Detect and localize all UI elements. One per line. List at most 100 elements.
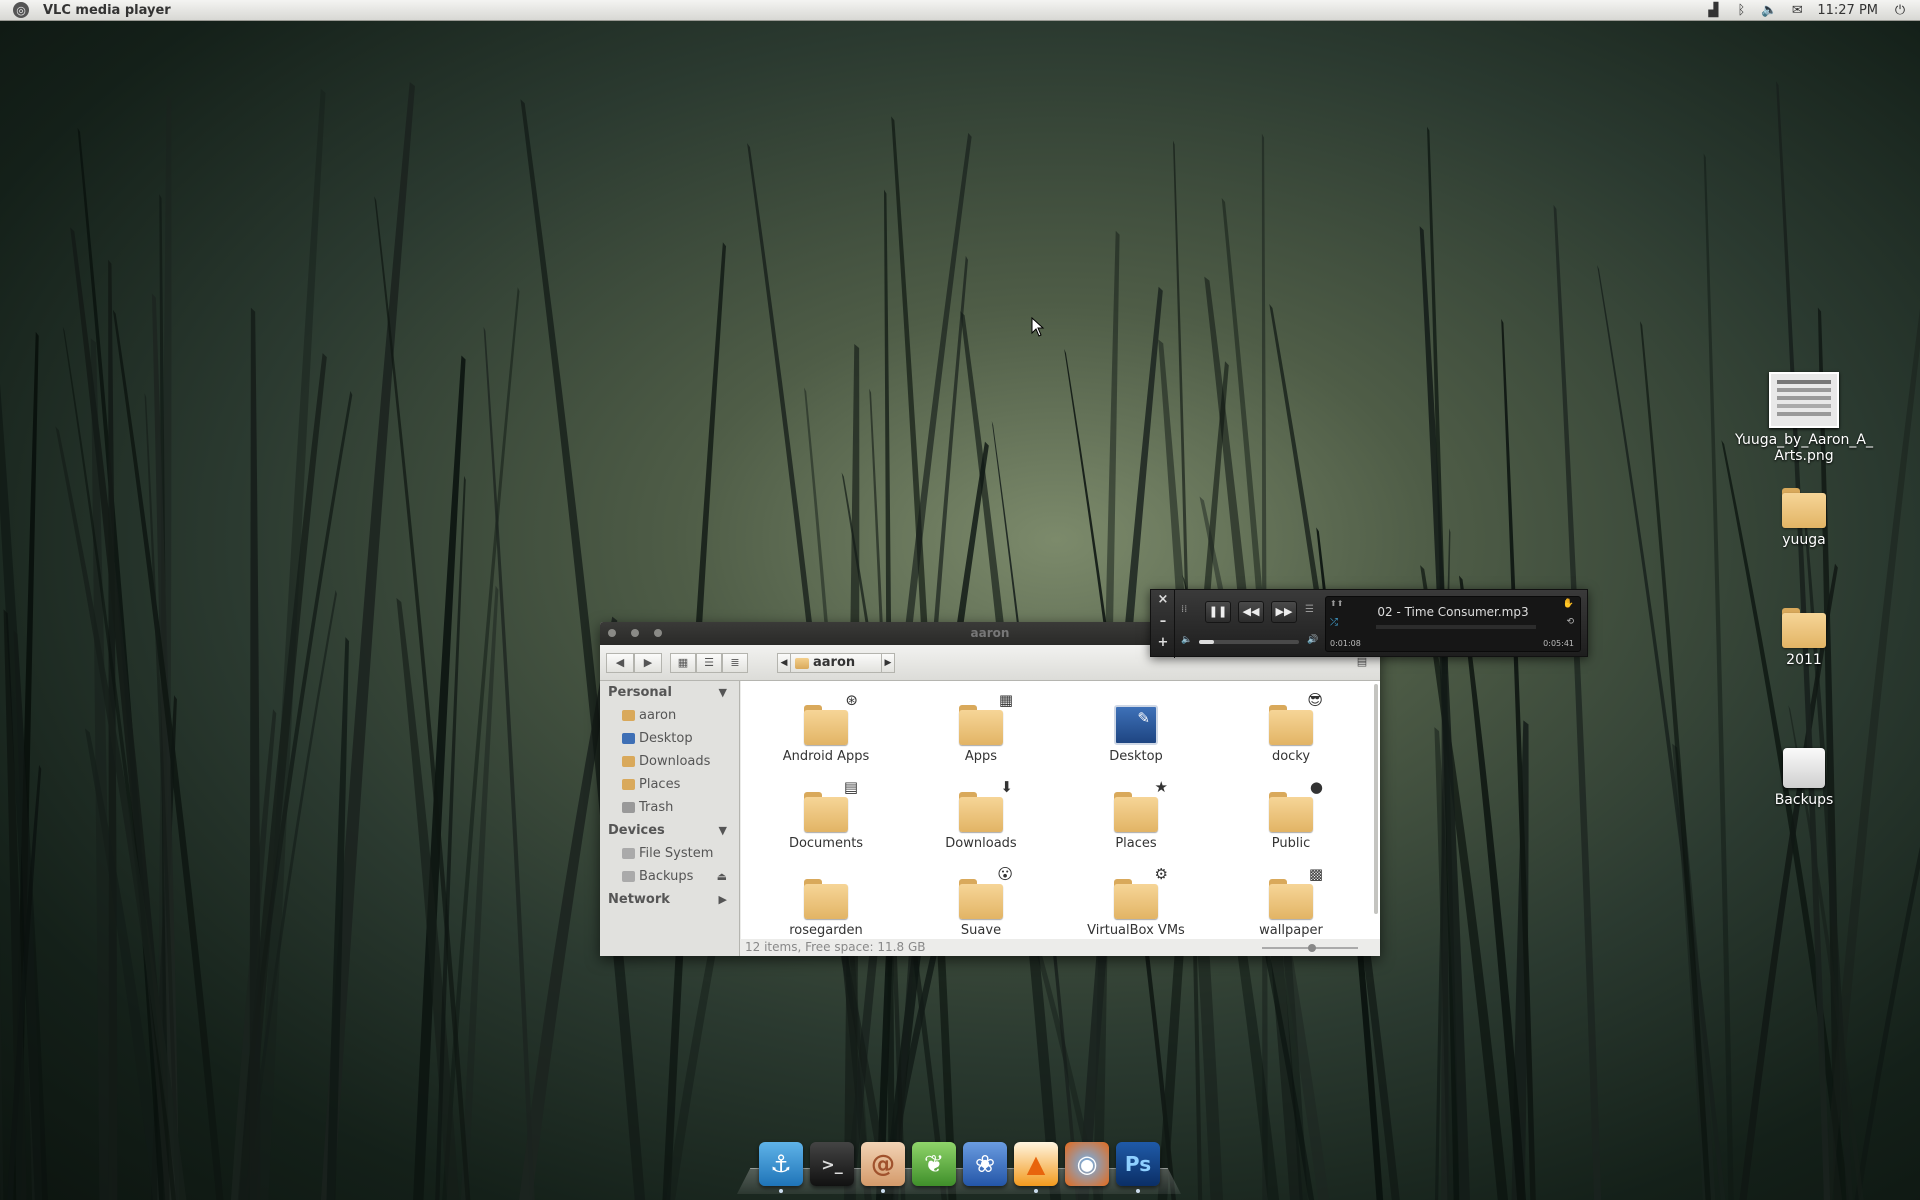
file-item-label: rosegarden	[789, 923, 863, 938]
sidebar-item-label: Places	[639, 777, 681, 792]
drive-icon	[1783, 748, 1825, 788]
shell-icon[interactable]: @	[861, 1142, 905, 1186]
breadcrumb-right-arrow[interactable]: ▶	[881, 653, 895, 673]
sidebar-item-trash[interactable]: Trash	[600, 796, 739, 819]
folder-icon: ⊛	[804, 693, 858, 745]
volume-slider[interactable]	[1199, 640, 1299, 644]
file-item[interactable]: ✎ Desktop	[1071, 705, 1201, 764]
clock[interactable]: 11:27 PM	[1817, 3, 1878, 18]
terminal-icon[interactable]: >_	[810, 1142, 854, 1186]
folder-icon: ★	[1114, 780, 1168, 832]
sidebar-item-aaron[interactable]: aaron	[600, 704, 739, 727]
music-player: × – + ⁞⁞ ❚❚ ◀◀ ▶▶ ☰ 🔈 🔊 ⬆⬆ ⤮ ✋ ⟲ 02 - Ti…	[1150, 589, 1588, 658]
desktop-icon-2011[interactable]: 2011	[1734, 608, 1874, 668]
emblem-icon: ⊛	[845, 691, 858, 709]
file-item[interactable]: ⊛ Android Apps	[761, 693, 891, 765]
sidebar-item-backups[interactable]: Backups ⏏	[600, 865, 739, 888]
file-item[interactable]: 😎 docky	[1226, 693, 1356, 764]
desktop-folder-icon: ✎	[1114, 705, 1158, 745]
volume-icon[interactable]: 🔈	[1755, 3, 1783, 18]
file-item[interactable]: ▩ wallpaper	[1226, 867, 1356, 939]
eject-icon[interactable]: ⏏	[717, 865, 727, 888]
anchor-icon[interactable]: ⚓	[759, 1142, 803, 1186]
next-button[interactable]: ▶▶	[1271, 601, 1297, 623]
sidebar-heading-personal[interactable]: Personal ▼	[600, 681, 739, 704]
breadcrumb-left-arrow[interactable]: ◀	[777, 653, 791, 673]
sidebar-heading-network[interactable]: Network ▶	[600, 888, 739, 911]
expand-arrow-icon[interactable]: ▶	[719, 888, 727, 911]
sidebar-item-places[interactable]: Places	[600, 773, 739, 796]
close-button[interactable]: ×	[1151, 592, 1175, 607]
expand-button[interactable]: +	[1151, 635, 1175, 650]
top-panel: ◎ VLC media player ▟ ᛒ 🔈 ✉ 11:27 PM ⏻	[0, 0, 1920, 21]
status-text: 12 items, Free space: 11.8 GB	[745, 940, 926, 954]
grass-blade	[1553, 204, 1602, 1200]
minimize-button[interactable]: –	[1151, 614, 1175, 629]
folder-icon: 😮	[959, 867, 1013, 919]
file-item[interactable]: ⚙ VirtualBox VMs	[1071, 867, 1201, 939]
breadcrumb-label: aaron	[813, 655, 856, 670]
folder-icon	[1782, 608, 1826, 648]
grass-blade	[249, 307, 261, 1200]
file-item[interactable]: 😮 Suave	[916, 867, 1046, 938]
photoshop-icon[interactable]: Ps	[1116, 1142, 1160, 1186]
emblem-icon: ▩	[1308, 865, 1323, 883]
leaf-icon[interactable]: ❦	[912, 1142, 956, 1186]
breadcrumb-location[interactable]: aaron	[791, 653, 881, 673]
sidebar-item-file-system[interactable]: File System	[600, 842, 739, 865]
grass-blade	[396, 597, 460, 1200]
power-icon[interactable]: ⏻	[1886, 3, 1914, 18]
running-indicator	[1034, 1189, 1038, 1193]
firefox-icon[interactable]: ◉	[1065, 1142, 1109, 1186]
sidebar-item-desktop[interactable]: Desktop	[600, 727, 739, 750]
file-item[interactable]: ★ Places	[1071, 780, 1201, 851]
mail-icon[interactable]: ✉	[1783, 3, 1811, 18]
folder-icon: ●	[1269, 780, 1323, 832]
scrollbar[interactable]	[1374, 684, 1378, 914]
file-item-label: Suave	[960, 923, 1002, 938]
dock-shelf	[737, 1168, 1181, 1194]
list-view-button[interactable]: ☰	[696, 653, 722, 673]
player-side-controls: × – +	[1151, 590, 1175, 658]
forward-button[interactable]: ▶	[634, 653, 662, 673]
sidebar-item-label: aaron	[639, 708, 677, 723]
file-item-label: Android Apps	[782, 749, 870, 764]
icon-view-button[interactable]: ▦	[670, 653, 696, 673]
ubuntu-logo-icon[interactable]: ◎	[13, 2, 29, 18]
vlc-icon[interactable]: ▲	[1014, 1142, 1058, 1186]
desktop-icon	[622, 733, 635, 744]
file-item[interactable]: ● Public	[1226, 780, 1356, 851]
sidebar-item-downloads[interactable]: Downloads	[600, 750, 739, 773]
drive-icon	[622, 848, 635, 859]
previous-button[interactable]: ◀◀	[1238, 601, 1264, 623]
desktop-icon-yuuga[interactable]: yuuga	[1734, 488, 1874, 548]
desktop-icon-image[interactable]: Yuuga_by_Aaron_A_Arts.png	[1734, 372, 1874, 464]
file-item[interactable]: ⬇ Downloads	[916, 780, 1046, 852]
seek-bar[interactable]	[1376, 625, 1536, 629]
file-item-label: Apps	[964, 749, 998, 764]
network-icon[interactable]: ▟	[1699, 3, 1727, 18]
bluetooth-icon[interactable]: ᛒ	[1727, 3, 1755, 18]
equalizer-icon[interactable]: ⁞⁞	[1181, 604, 1187, 615]
collapse-arrow-icon[interactable]: ▼	[719, 819, 727, 842]
file-item[interactable]: ▦ Apps	[916, 693, 1046, 764]
image-file-icon	[1769, 372, 1839, 428]
file-item[interactable]: ▤ Documents	[761, 780, 891, 852]
desktop-icon-backups[interactable]: Backups	[1734, 748, 1874, 808]
sidebar: Personal ▼ aaron Desktop Downloads Places…	[600, 681, 740, 956]
collapse-arrow-icon[interactable]: ▼	[719, 681, 727, 704]
file-item[interactable]: rosegarden	[761, 879, 891, 938]
running-indicator	[1136, 1189, 1140, 1193]
grass-blade	[1703, 153, 1734, 1200]
mouse-cursor-icon	[1031, 317, 1045, 337]
zoom-slider-knob[interactable]	[1308, 944, 1316, 952]
paw-icon[interactable]: ❀	[963, 1142, 1007, 1186]
track-display: ⬆⬆ ⤮ ✋ ⟲ 02 - Time Consumer.mp3 0:01:08 …	[1325, 596, 1581, 652]
column-view-button[interactable]: ≣	[722, 653, 748, 673]
pause-button[interactable]: ❚❚	[1205, 601, 1231, 623]
sidebar-heading-devices[interactable]: Devices ▼	[600, 819, 739, 842]
back-button[interactable]: ◀	[606, 653, 634, 673]
playlist-icon[interactable]: ☰	[1305, 604, 1314, 615]
zoom-slider[interactable]	[1262, 944, 1358, 952]
folder-icon: 😎	[1269, 693, 1323, 745]
